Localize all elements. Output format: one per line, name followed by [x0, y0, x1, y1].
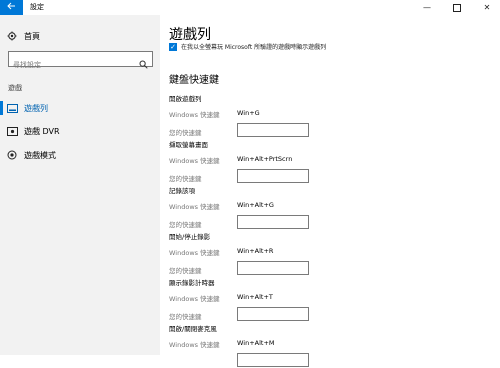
- windows-shortcut-value: Win+G: [237, 109, 260, 117]
- windows-shortcut-row: Windows 快速鍵 Win+Alt+T: [169, 290, 489, 304]
- windows-shortcut-label: Windows 快速鍵: [169, 111, 220, 119]
- windows-shortcut-label: Windows 快速鍵: [169, 249, 220, 257]
- custom-shortcut-input[interactable]: [237, 169, 309, 183]
- checkbox-label: 在我以全螢幕玩 Microsoft 所驗證的遊戲時顯示遊戲列: [181, 44, 327, 51]
- maximize-button[interactable]: [444, 0, 470, 15]
- sidebar-item-label: 遊戲模式: [24, 150, 56, 160]
- shortcut-name: 開始/停止錄影: [169, 233, 211, 241]
- shortcut-name: 記錄該項: [169, 187, 195, 195]
- gear-icon: [0, 31, 24, 41]
- sidebar-item-label: 遊戲 DVR: [24, 126, 60, 136]
- custom-shortcut-input[interactable]: [237, 215, 309, 229]
- sidebar-section-label: 遊戲: [8, 84, 22, 92]
- sidebar: 首頁 遊戲 遊戲列 遊戲 DVR 遊戲模式: [0, 15, 160, 355]
- custom-shortcut-label: 您的快速鍵: [169, 267, 202, 275]
- custom-shortcut-row: 您的快速鍵: [169, 215, 489, 230]
- sidebar-item-game-bar[interactable]: 遊戲列: [0, 99, 160, 117]
- game-bar-icon: [0, 103, 24, 113]
- custom-shortcut-input[interactable]: [237, 353, 309, 367]
- maximize-icon: [453, 3, 461, 12]
- close-button[interactable]: ✕: [474, 0, 500, 15]
- game-mode-icon: [0, 150, 24, 160]
- windows-shortcut-row: Windows 快速鍵 Win+Alt+PrtScrn: [169, 152, 489, 166]
- arrow-left-icon: [7, 2, 16, 13]
- shortcut-name: 開啟遊戲列: [169, 95, 202, 103]
- minimize-button[interactable]: —: [414, 0, 440, 15]
- search-icon[interactable]: [139, 54, 148, 73]
- windows-shortcut-value: Win+Alt+M: [237, 339, 275, 347]
- title-bar: 設定 — ✕: [0, 0, 500, 15]
- sidebar-item-label: 遊戲列: [24, 103, 48, 113]
- custom-shortcut-label: 您的快速鍵: [169, 221, 202, 229]
- windows-shortcut-label: Windows 快速鍵: [169, 295, 220, 303]
- windows-shortcut-row: Windows 快速鍵 Win+Alt+R: [169, 244, 489, 258]
- windows-shortcut-row: Windows 快速鍵 Win+Alt+G: [169, 198, 489, 212]
- windows-shortcut-label: Windows 快速鍵: [169, 157, 220, 165]
- windows-shortcut-label: Windows 快速鍵: [169, 203, 220, 211]
- windows-shortcut-value: Win+Alt+T: [237, 293, 273, 301]
- fullscreen-gamebar-option[interactable]: ✓ 在我以全螢幕玩 Microsoft 所驗證的遊戲時顯示遊戲列: [169, 42, 326, 51]
- app-title: 設定: [30, 3, 44, 11]
- sidebar-item-game-dvr[interactable]: 遊戲 DVR: [0, 122, 160, 140]
- windows-shortcut-value: Win+Alt+R: [237, 247, 274, 255]
- search-input[interactable]: [9, 58, 138, 72]
- windows-shortcut-label: Windows 快速鍵: [169, 341, 220, 349]
- windows-shortcut-value: Win+Alt+G: [237, 201, 274, 209]
- shortcut-group: 開啟/關閉麥克風 Windows 快速鍵 Win+Alt+M: [169, 323, 489, 368]
- custom-shortcut-input[interactable]: [237, 307, 309, 321]
- custom-shortcut-row: 您的快速鍵: [169, 307, 489, 322]
- section-title: 鍵盤快速鍵: [169, 75, 219, 86]
- shortcut-group: 擷取螢幕畫面 Windows 快速鍵 Win+Alt+PrtScrn 您的快速鍵: [169, 139, 489, 184]
- custom-shortcut-row: 您的快速鍵: [169, 261, 489, 276]
- custom-shortcut-label: 您的快速鍵: [169, 129, 202, 137]
- main-content: 遊戲列 ✓ 在我以全螢幕玩 Microsoft 所驗證的遊戲時顯示遊戲列 鍵盤快…: [160, 15, 500, 367]
- shortcut-group: 開啟遊戲列 Windows 快速鍵 Win+G 您的快速鍵: [169, 93, 489, 138]
- custom-shortcut-input[interactable]: [237, 261, 309, 275]
- dvr-icon: [0, 126, 24, 136]
- shortcut-name: 開啟/關閉麥克風: [169, 325, 217, 333]
- shortcut-group: 記錄該項 Windows 快速鍵 Win+Alt+G 您的快速鍵: [169, 185, 489, 230]
- fullscreen-checkbox[interactable]: ✓: [169, 42, 177, 51]
- custom-shortcut-row: 您的快速鍵: [169, 123, 489, 138]
- shortcut-name: 擷取螢幕畫面: [169, 141, 208, 149]
- windows-shortcut-row: Windows 快速鍵 Win+G: [169, 106, 489, 120]
- sidebar-item-home[interactable]: 首頁: [0, 27, 160, 45]
- shortcut-name: 顯示錄影計時器: [169, 279, 215, 287]
- shortcut-group: 開始/停止錄影 Windows 快速鍵 Win+Alt+R 您的快速鍵: [169, 231, 489, 276]
- sidebar-item-game-mode[interactable]: 遊戲模式: [0, 146, 160, 164]
- windows-shortcut-row: Windows 快速鍵 Win+Alt+M: [169, 336, 489, 350]
- custom-shortcut-input[interactable]: [237, 123, 309, 137]
- minimize-icon: —: [423, 3, 431, 12]
- custom-shortcut-label: 您的快速鍵: [169, 313, 202, 321]
- custom-shortcut-row: 您的快速鍵: [169, 169, 489, 184]
- windows-shortcut-value: Win+Alt+PrtScrn: [237, 155, 293, 163]
- custom-shortcut-row: [169, 353, 489, 368]
- search-field[interactable]: [8, 51, 153, 72]
- page-title: 遊戲列: [169, 27, 211, 43]
- shortcut-group: 顯示錄影計時器 Windows 快速鍵 Win+Alt+T 您的快速鍵: [169, 277, 489, 322]
- back-button[interactable]: [0, 0, 23, 15]
- custom-shortcut-label: 您的快速鍵: [169, 175, 202, 183]
- sidebar-item-label: 首頁: [24, 31, 40, 41]
- close-icon: ✕: [483, 3, 491, 12]
